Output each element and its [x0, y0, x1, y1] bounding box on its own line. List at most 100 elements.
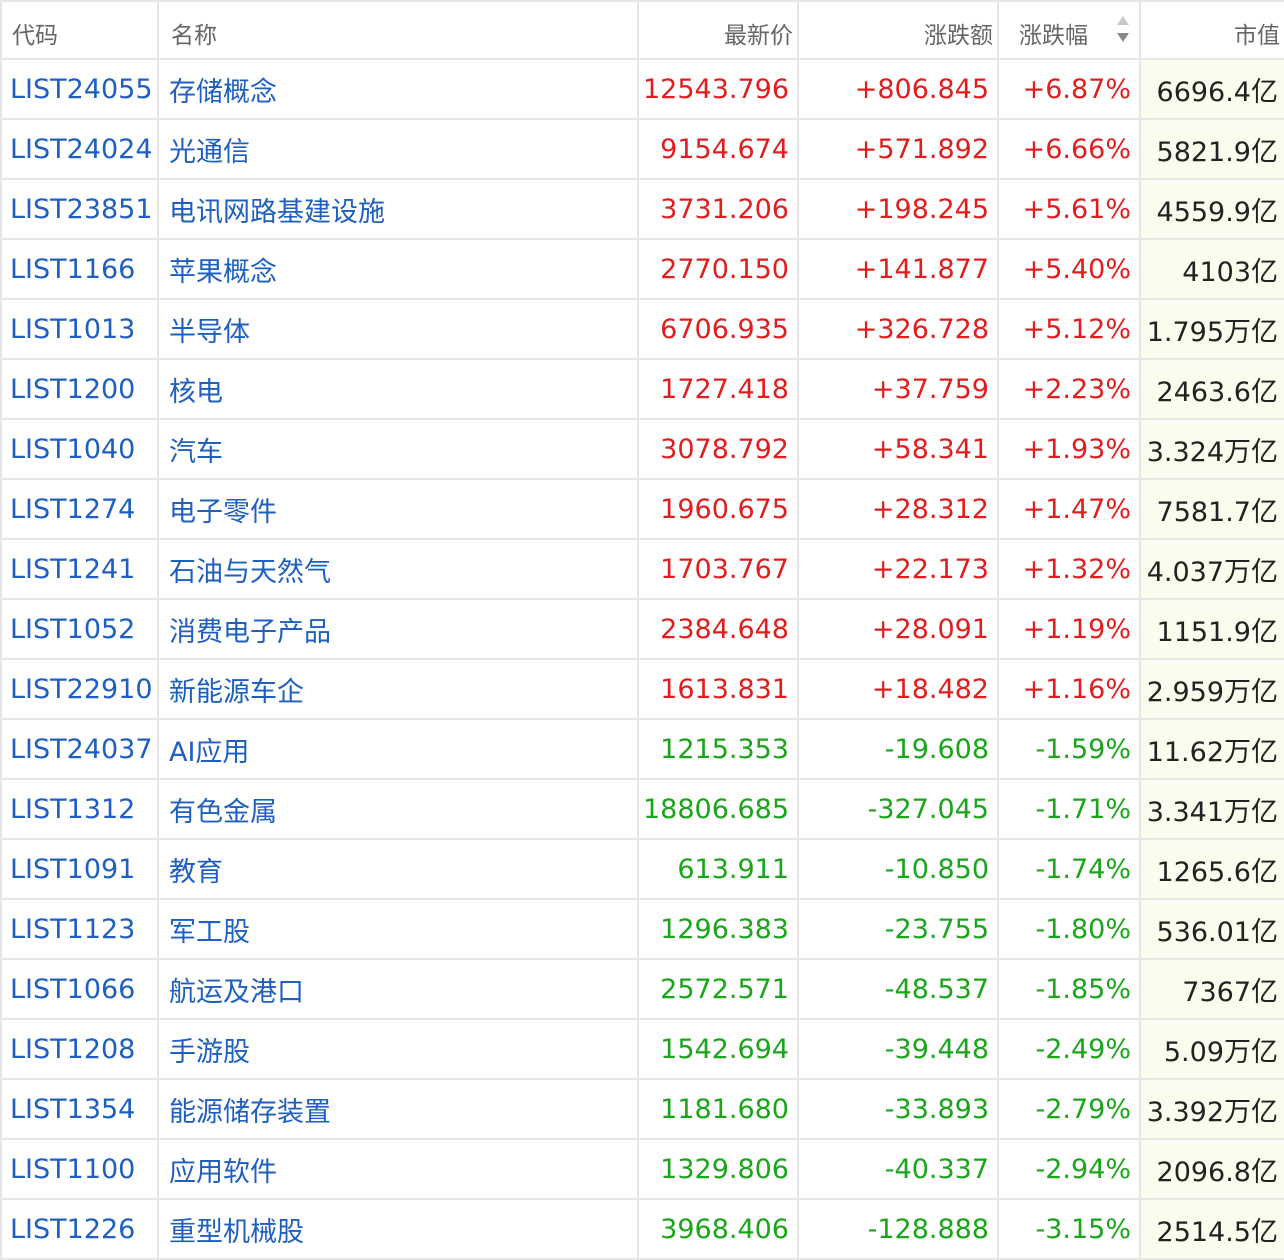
row-price: 3968.406: [637, 1198, 799, 1260]
table-row[interactable]: LIST23851 电讯网路基建设施 3731.206 +198.245 +5.61% 4…: [0, 178, 1284, 240]
row-name[interactable]: 存储概念: [157, 58, 639, 120]
row-price: 2572.571: [637, 958, 799, 1020]
row-code[interactable]: LIST1274: [0, 478, 159, 540]
row-name[interactable]: 核电: [157, 358, 639, 420]
row-pct: +1.19%: [997, 598, 1141, 660]
row-code[interactable]: LIST24037: [0, 718, 159, 780]
row-price: 3078.792: [637, 418, 799, 480]
row-name[interactable]: AI应用: [157, 718, 639, 780]
table-row[interactable]: LIST1066 航运及港口 2572.571 -48.537 -1.85% 7367亿: [0, 958, 1284, 1020]
row-code[interactable]: LIST1040: [0, 418, 159, 480]
row-name[interactable]: 有色金属: [157, 778, 639, 840]
row-name[interactable]: 新能源车企: [157, 658, 639, 720]
row-name[interactable]: 消费电子产品: [157, 598, 639, 660]
table-row[interactable]: LIST1166 苹果概念 2770.150 +141.877 +5.40% 4103亿: [0, 238, 1284, 300]
row-name[interactable]: 应用软件: [157, 1138, 639, 1200]
row-name[interactable]: 汽车: [157, 418, 639, 480]
row-pct: -1.59%: [997, 718, 1141, 780]
row-name[interactable]: 军工股: [157, 898, 639, 960]
table-row[interactable]: LIST24055 存储概念 12543.796 +806.845 +6.87% 6696…: [0, 58, 1284, 120]
row-code[interactable]: LIST1208: [0, 1018, 159, 1080]
table-row[interactable]: LIST1123 军工股 1296.383 -23.755 -1.80% 536.01亿: [0, 898, 1284, 960]
table-row[interactable]: LIST1208 手游股 1542.694 -39.448 -2.49% 5.09万亿: [0, 1018, 1284, 1080]
row-code[interactable]: LIST1123: [0, 898, 159, 960]
row-name[interactable]: 重型机械股: [157, 1198, 639, 1260]
row-change: +141.877: [797, 238, 999, 300]
row-code[interactable]: LIST24024: [0, 118, 159, 180]
row-price: 1960.675: [637, 478, 799, 540]
header-name[interactable]: 名称: [157, 0, 639, 60]
row-market-cap: 3.324万亿: [1139, 418, 1284, 480]
row-code[interactable]: LIST1166: [0, 238, 159, 300]
row-code[interactable]: LIST1066: [0, 958, 159, 1020]
row-market-cap: 1265.6亿: [1139, 838, 1284, 900]
row-name[interactable]: 教育: [157, 838, 639, 900]
row-name[interactable]: 光通信: [157, 118, 639, 180]
table-row[interactable]: LIST1100 应用软件 1329.806 -40.337 -2.94% 2096.8亿: [0, 1138, 1284, 1200]
row-market-cap: 7581.7亿: [1139, 478, 1284, 540]
row-code[interactable]: LIST1226: [0, 1198, 159, 1260]
table-row[interactable]: LIST1013 半导体 6706.935 +326.728 +5.12% 1.795万亿: [0, 298, 1284, 360]
row-pct: -2.79%: [997, 1078, 1141, 1140]
row-code[interactable]: LIST1200: [0, 358, 159, 420]
row-name[interactable]: 能源储存装置: [157, 1078, 639, 1140]
row-market-cap: 1.795万亿: [1139, 298, 1284, 360]
table-row[interactable]: LIST1312 有色金属 18806.685 -327.045 -1.71% 3.341…: [0, 778, 1284, 840]
row-code[interactable]: LIST1013: [0, 298, 159, 360]
table-row[interactable]: LIST1226 重型机械股 3968.406 -128.888 -3.15% 2514.…: [0, 1198, 1284, 1260]
table-row[interactable]: LIST1241 石油与天然气 1703.767 +22.173 +1.32% 4.037…: [0, 538, 1284, 600]
row-change: +18.482: [797, 658, 999, 720]
row-market-cap: 7367亿: [1139, 958, 1284, 1020]
row-change: -10.850: [797, 838, 999, 900]
row-price: 1329.806: [637, 1138, 799, 1200]
row-price: 1215.353: [637, 718, 799, 780]
row-market-cap: 6696.4亿: [1139, 58, 1284, 120]
header-change[interactable]: 涨跌额: [797, 0, 999, 60]
row-name[interactable]: 石油与天然气: [157, 538, 639, 600]
row-code[interactable]: LIST1241: [0, 538, 159, 600]
table-row[interactable]: LIST24024 光通信 9154.674 +571.892 +6.66% 5821.9…: [0, 118, 1284, 180]
row-change: -19.608: [797, 718, 999, 780]
sort-desc-icon[interactable]: [1117, 16, 1129, 46]
row-name[interactable]: 电子零件: [157, 478, 639, 540]
table-row[interactable]: LIST1274 电子零件 1960.675 +28.312 +1.47% 7581.7亿: [0, 478, 1284, 540]
row-code[interactable]: LIST22910: [0, 658, 159, 720]
row-code[interactable]: LIST1091: [0, 838, 159, 900]
row-name[interactable]: 航运及港口: [157, 958, 639, 1020]
table-row[interactable]: LIST1354 能源储存装置 1181.680 -33.893 -2.79% 3.392…: [0, 1078, 1284, 1140]
row-name[interactable]: 手游股: [157, 1018, 639, 1080]
row-price: 9154.674: [637, 118, 799, 180]
row-pct: -1.80%: [997, 898, 1141, 960]
row-name[interactable]: 苹果概念: [157, 238, 639, 300]
table-row[interactable]: LIST24037 AI应用 1215.353 -19.608 -1.59% 11.62万…: [0, 718, 1284, 780]
table-row[interactable]: LIST22910 新能源车企 1613.831 +18.482 +1.16% 2.959…: [0, 658, 1284, 720]
table-row[interactable]: LIST1200 核电 1727.418 +37.759 +2.23% 2463.6亿: [0, 358, 1284, 420]
table-row[interactable]: LIST1052 消费电子产品 2384.648 +28.091 +1.19% 1151.…: [0, 598, 1284, 660]
row-market-cap: 536.01亿: [1139, 898, 1284, 960]
row-code[interactable]: LIST1052: [0, 598, 159, 660]
header-market-cap[interactable]: 市值: [1139, 0, 1284, 60]
row-code[interactable]: LIST1354: [0, 1078, 159, 1140]
row-name[interactable]: 半导体: [157, 298, 639, 360]
row-price: 12543.796: [637, 58, 799, 120]
header-code[interactable]: 代码: [0, 0, 159, 60]
row-code[interactable]: LIST24055: [0, 58, 159, 120]
row-code[interactable]: LIST1312: [0, 778, 159, 840]
row-market-cap: 5.09万亿: [1139, 1018, 1284, 1080]
row-change: +198.245: [797, 178, 999, 240]
row-code[interactable]: LIST1100: [0, 1138, 159, 1200]
row-market-cap: 4.037万亿: [1139, 538, 1284, 600]
header-pct-label: 涨跌幅: [1019, 23, 1088, 49]
row-pct: +6.87%: [997, 58, 1141, 120]
row-market-cap: 11.62万亿: [1139, 718, 1284, 780]
row-name[interactable]: 电讯网路基建设施: [157, 178, 639, 240]
row-change: +806.845: [797, 58, 999, 120]
table-row[interactable]: LIST1091 教育 613.911 -10.850 -1.74% 1265.6亿: [0, 838, 1284, 900]
row-pct: -2.49%: [997, 1018, 1141, 1080]
row-pct: +2.23%: [997, 358, 1141, 420]
header-pct[interactable]: 涨跌幅: [997, 0, 1141, 60]
header-price[interactable]: 最新价: [637, 0, 799, 60]
row-code[interactable]: LIST23851: [0, 178, 159, 240]
table-row[interactable]: LIST1040 汽车 3078.792 +58.341 +1.93% 3.324万亿: [0, 418, 1284, 480]
row-change: +571.892: [797, 118, 999, 180]
